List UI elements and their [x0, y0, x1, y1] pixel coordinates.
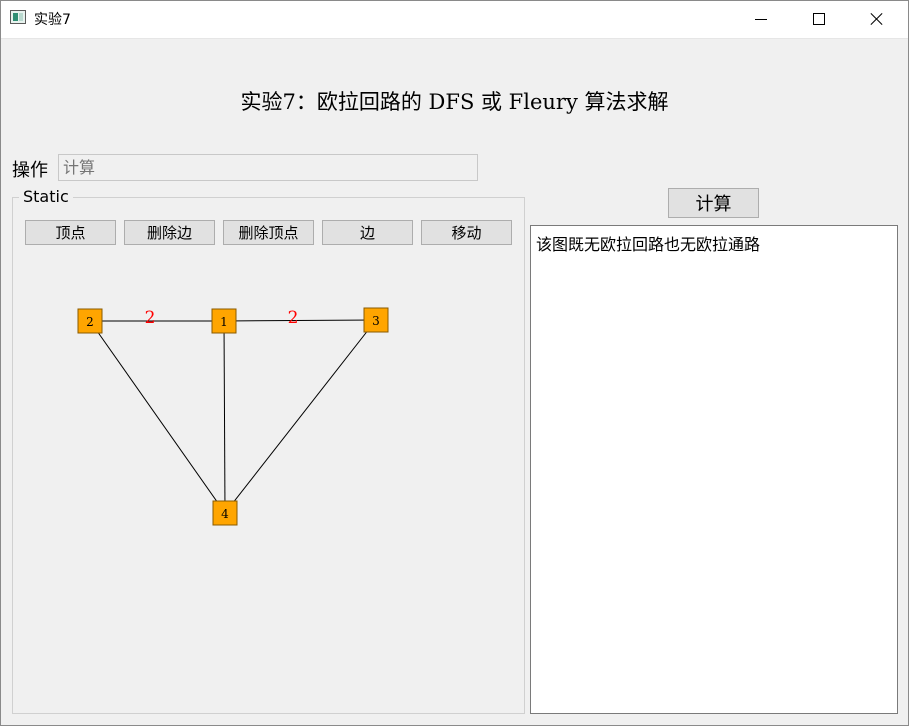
static-groupbox	[12, 197, 525, 714]
maximize-button[interactable]	[796, 0, 842, 38]
node-label-4: 4	[221, 507, 229, 521]
graph-node-3[interactable]: 3	[363, 307, 389, 333]
vertex-tool-button[interactable]: 顶点	[25, 220, 116, 245]
node-label-3: 3	[372, 314, 380, 328]
window-title: 实验7	[34, 12, 71, 28]
operation-label: 操作	[12, 160, 48, 181]
move-tool-button[interactable]: 移动	[421, 220, 512, 245]
delete-edge-button[interactable]: 删除边	[124, 220, 215, 245]
page-title: 实验7：欧拉回路的 DFS 或 Fleury 算法求解	[240, 90, 669, 114]
delete-vertex-button[interactable]: 删除顶点	[223, 220, 314, 245]
result-text: 该图既无欧拉回路也无欧拉通路	[536, 235, 761, 254]
close-icon	[870, 12, 884, 26]
graph-node-1[interactable]: 1	[211, 308, 237, 334]
node-label-2: 2	[86, 315, 94, 329]
minimize-icon	[755, 18, 767, 20]
edge-tool-button[interactable]: 边	[322, 220, 413, 245]
calculate-button[interactable]: 计算	[668, 188, 759, 218]
close-button[interactable]	[854, 0, 900, 38]
graph-node-4[interactable]: 4	[212, 500, 238, 526]
operation-input[interactable]	[58, 154, 478, 181]
node-label-1: 1	[220, 315, 228, 329]
minimize-button[interactable]	[738, 0, 784, 38]
result-output[interactable]: 该图既无欧拉回路也无欧拉通路	[530, 225, 898, 714]
group-title: Static	[19, 187, 73, 206]
graph-node-2[interactable]: 2	[77, 308, 103, 334]
app-window-icon	[10, 10, 26, 24]
maximize-icon	[813, 13, 825, 25]
title-bar: 实验7	[0, 0, 909, 39]
